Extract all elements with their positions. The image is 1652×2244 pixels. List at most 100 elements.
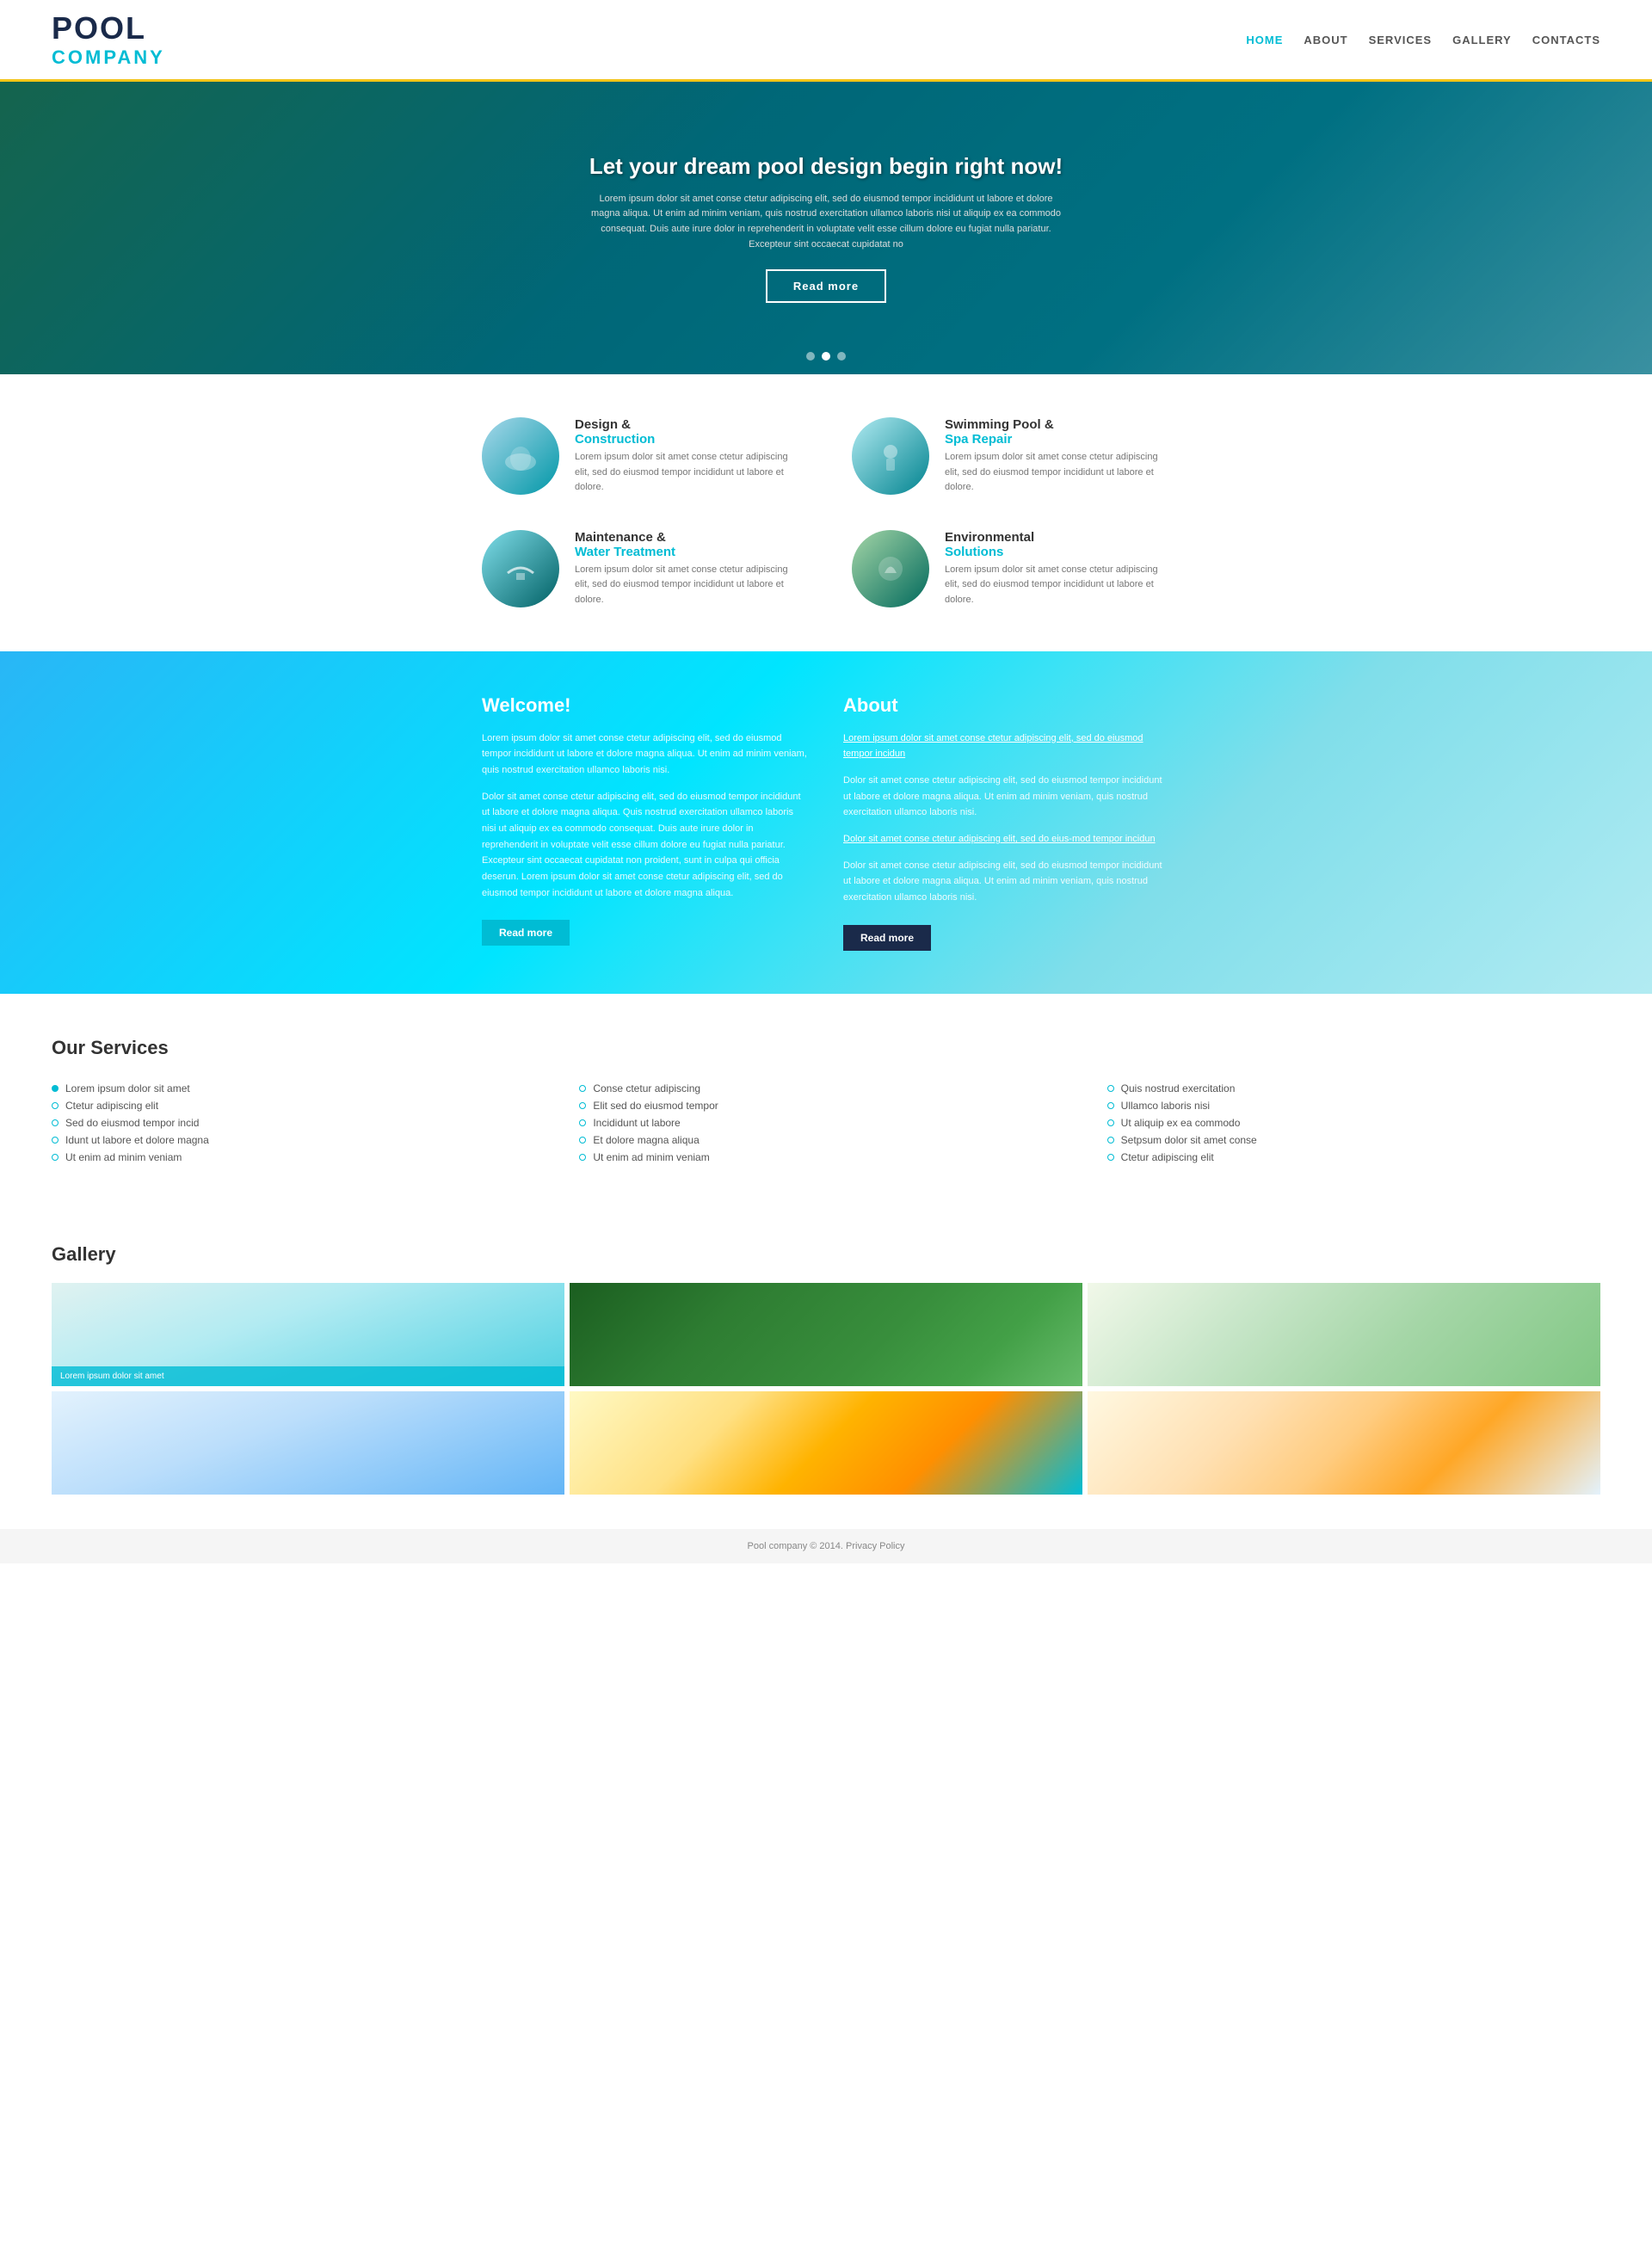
- gallery-grid: Lorem ipsum dolor sit amet: [52, 1283, 1600, 1495]
- list-item: Ctetur adipiscing elit: [52, 1097, 545, 1114]
- logo-pool: POOL: [52, 10, 165, 46]
- main-nav: HOME ABOUT SERVICES GALLERY CONTACTS: [1246, 34, 1600, 46]
- hero-title: Let your dream pool design begin right n…: [585, 153, 1067, 180]
- welcome-text-1: Lorem ipsum dolor sit amet conse ctetur …: [482, 731, 809, 779]
- about-text-1: Dolor sit amet conse ctetur adipiscing e…: [843, 773, 1170, 821]
- services-grid-section: Design &Construction Lorem ipsum dolor s…: [0, 374, 1652, 651]
- environmental-icon: [869, 547, 912, 590]
- bullet-icon: [1107, 1085, 1114, 1092]
- list-item: Setpsum dolor sit amet conse: [1107, 1131, 1600, 1149]
- about-column: About Lorem ipsum dolor sit amet conse c…: [843, 694, 1170, 951]
- service-title-1: Design &Construction: [575, 417, 800, 447]
- list-item: Ullamco laboris nisi: [1107, 1097, 1600, 1114]
- service-desc-1: Lorem ipsum dolor sit amet conse ctetur …: [575, 450, 800, 496]
- hero-dot-1[interactable]: [806, 352, 815, 361]
- bullet-icon: [1107, 1154, 1114, 1161]
- gallery-item-1[interactable]: Lorem ipsum dolor sit amet: [52, 1283, 564, 1386]
- hero-dots: [806, 352, 846, 361]
- list-item: Incididunt ut labore: [579, 1114, 1072, 1131]
- gallery-section: Gallery Lorem ipsum dolor sit amet: [0, 1209, 1652, 1529]
- gallery-image-6: [1088, 1391, 1600, 1495]
- service-list-label: Ut aliquip ex ea commodo: [1121, 1117, 1241, 1129]
- bullet-icon: [52, 1085, 59, 1092]
- service-item-3: Maintenance &Water Treatment Lorem ipsum…: [482, 530, 800, 608]
- welcome-about-section: Welcome! Lorem ipsum dolor sit amet cons…: [0, 651, 1652, 994]
- our-services-title: Our Services: [52, 1037, 1600, 1059]
- bullet-icon: [52, 1137, 59, 1144]
- list-item: Quis nostrud exercitation: [1107, 1080, 1600, 1097]
- gallery-item-6[interactable]: [1088, 1391, 1600, 1495]
- welcome-read-more-button[interactable]: Read more: [482, 920, 570, 946]
- nav-gallery[interactable]: GALLERY: [1452, 34, 1512, 46]
- about-title: About: [843, 694, 1170, 717]
- gallery-item-2[interactable]: [570, 1283, 1082, 1386]
- bullet-icon: [579, 1102, 586, 1109]
- hero-content: Let your dream pool design begin right n…: [568, 153, 1084, 303]
- footer-privacy-link[interactable]: Privacy Policy: [846, 1541, 904, 1551]
- service-list-label: Conse ctetur adipiscing: [593, 1082, 700, 1094]
- hero-dot-3[interactable]: [837, 352, 846, 361]
- service-info-2: Swimming Pool &Spa Repair Lorem ipsum do…: [945, 417, 1170, 496]
- header: POOL COMPANY HOME ABOUT SERVICES GALLERY…: [0, 0, 1652, 82]
- bullet-icon: [579, 1085, 586, 1092]
- service-accent-1: Construction: [575, 432, 800, 447]
- hero-dot-2[interactable]: [822, 352, 830, 361]
- welcome-text-2: Dolor sit amet conse ctetur adipiscing e…: [482, 789, 809, 902]
- nav-home[interactable]: HOME: [1246, 34, 1283, 46]
- list-item: Ut enim ad minim veniam: [579, 1149, 1072, 1166]
- service-list-label: Et dolore magna aliqua: [593, 1134, 699, 1146]
- footer: Pool company © 2014. Privacy Policy: [0, 1529, 1652, 1563]
- service-desc-2: Lorem ipsum dolor sit amet conse ctetur …: [945, 450, 1170, 496]
- service-list-label: Ut enim ad minim veniam: [65, 1151, 182, 1163]
- service-title-3: Maintenance &Water Treatment: [575, 530, 800, 559]
- about-read-more-button[interactable]: Read more: [843, 925, 931, 951]
- gallery-item-3[interactable]: [1088, 1283, 1600, 1386]
- list-item: Idunt ut labore et dolore magna: [52, 1131, 545, 1149]
- welcome-column: Welcome! Lorem ipsum dolor sit amet cons…: [482, 694, 809, 951]
- service-list-label: Lorem ipsum dolor sit amet: [65, 1082, 190, 1094]
- service-list-label: Quis nostrud exercitation: [1121, 1082, 1236, 1094]
- bullet-icon: [1107, 1119, 1114, 1126]
- service-item-2: Swimming Pool &Spa Repair Lorem ipsum do…: [852, 417, 1170, 496]
- about-text-2: Dolor sit amet conse ctetur adipiscing e…: [843, 858, 1170, 906]
- logo: POOL COMPANY: [52, 10, 165, 69]
- service-desc-3: Lorem ipsum dolor sit amet conse ctetur …: [575, 563, 800, 608]
- hero-read-more-button[interactable]: Read more: [766, 269, 886, 303]
- service-list-label: Incididunt ut labore: [593, 1117, 680, 1129]
- hero-text: Lorem ipsum dolor sit amet conse ctetur …: [585, 192, 1067, 252]
- nav-contacts[interactable]: CONTACTS: [1532, 34, 1600, 46]
- service-list-label: Elit sed do eiusmod tempor: [593, 1100, 718, 1112]
- gallery-item-5[interactable]: [570, 1391, 1082, 1495]
- footer-text: Pool company © 2014.: [748, 1541, 843, 1551]
- bullet-icon: [579, 1137, 586, 1144]
- service-item-4: EnvironmentalSolutions Lorem ipsum dolor…: [852, 530, 1170, 608]
- services-col-1: Lorem ipsum dolor sit amet Ctetur adipis…: [52, 1080, 545, 1166]
- service-list-label: Ctetur adipiscing elit: [65, 1100, 158, 1112]
- services-col-3: Quis nostrud exercitation Ullamco labori…: [1107, 1080, 1600, 1166]
- list-item: Ut enim ad minim veniam: [52, 1149, 545, 1166]
- service-icon-1: [482, 417, 559, 495]
- services-grid: Design &Construction Lorem ipsum dolor s…: [482, 417, 1170, 608]
- bullet-icon: [579, 1119, 586, 1126]
- gallery-image-2: [570, 1283, 1082, 1386]
- service-accent-3: Water Treatment: [575, 545, 800, 559]
- services-list-grid: Lorem ipsum dolor sit amet Ctetur adipis…: [52, 1080, 1600, 1166]
- gallery-item-4[interactable]: [52, 1391, 564, 1495]
- list-item: Conse ctetur adipiscing: [579, 1080, 1072, 1097]
- service-info-4: EnvironmentalSolutions Lorem ipsum dolor…: [945, 530, 1170, 608]
- gallery-caption-1: Lorem ipsum dolor sit amet: [52, 1366, 564, 1386]
- service-list-label: Ullamco laboris nisi: [1121, 1100, 1210, 1112]
- gallery-title: Gallery: [52, 1243, 1600, 1266]
- nav-about[interactable]: ABOUT: [1304, 34, 1347, 46]
- nav-services[interactable]: SERVICES: [1369, 34, 1433, 46]
- list-item: Elit sed do eiusmod tempor: [579, 1097, 1072, 1114]
- service-list-label: Sed do eiusmod tempor incid: [65, 1117, 199, 1129]
- hero-section: Let your dream pool design begin right n…: [0, 82, 1652, 374]
- about-link-2[interactable]: Dolor sit amet conse ctetur adipiscing e…: [843, 834, 1156, 844]
- service-info-1: Design &Construction Lorem ipsum dolor s…: [575, 417, 800, 496]
- logo-company: COMPANY: [52, 46, 165, 69]
- about-link-1[interactable]: Lorem ipsum dolor sit amet conse ctetur …: [843, 733, 1143, 760]
- gallery-image-3: [1088, 1283, 1600, 1386]
- service-accent-4: Solutions: [945, 545, 1170, 559]
- pool-design-icon: [499, 435, 542, 478]
